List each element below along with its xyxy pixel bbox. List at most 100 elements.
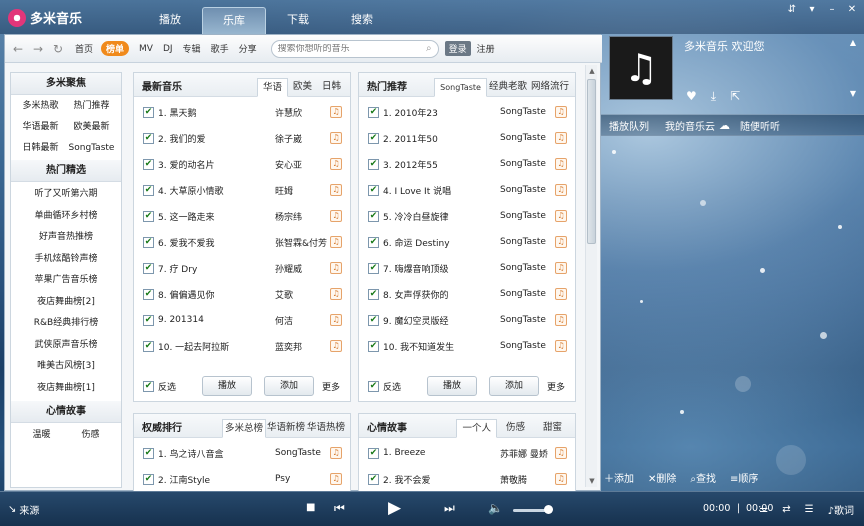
skin-icon[interactable]: ⇵ [786, 4, 798, 16]
play-button[interactable]: 播放 [202, 376, 253, 396]
sidebar-item[interactable]: 夜店舞曲榜[2] [11, 292, 121, 314]
add-playlist-button[interactable]: ＋添加 [604, 470, 634, 485]
song-row[interactable]: ✔ 6. 命运 Destiny SongTaste ♫ [359, 229, 575, 255]
scroll-thumb[interactable] [587, 79, 596, 244]
song-title[interactable]: 1. Breeze [383, 448, 500, 458]
scroll-up-icon[interactable]: ▲ [848, 38, 858, 49]
nav-charts[interactable]: 榜单 [101, 41, 130, 56]
volume-icon[interactable]: 🔈 [488, 501, 503, 515]
nav-dj[interactable]: DJ [163, 44, 173, 54]
song-title[interactable]: 4. 大草原小情歌 [158, 184, 275, 197]
volume-knob[interactable] [544, 505, 553, 514]
search-input[interactable] [277, 43, 426, 54]
song-checkbox[interactable]: ✔ [143, 184, 154, 196]
tab-sad[interactable]: 伤感 [497, 419, 534, 438]
listen-icon[interactable]: ♫ [555, 447, 567, 459]
song-title[interactable]: 2. 我们的爱 [158, 132, 275, 145]
download-icon[interactable]: ⤓ [711, 89, 716, 104]
song-checkbox[interactable]: ✔ [368, 132, 379, 144]
song-checkbox[interactable]: ✔ [143, 262, 154, 274]
song-title[interactable]: 6. 爱我不爱我 [158, 236, 275, 249]
nav-mv[interactable]: MV [139, 44, 153, 54]
song-artist[interactable]: 徐子崴 [275, 132, 335, 145]
source-button[interactable]: ↘ 来源 [8, 502, 39, 517]
song-checkbox[interactable]: ✔ [143, 288, 154, 300]
sidebar-item[interactable]: R&B经典排行榜 [11, 313, 121, 335]
song-title[interactable]: 2. 2011年50 [383, 132, 500, 145]
song-title[interactable]: 6. 命运 Destiny [383, 236, 500, 249]
repeat-icon[interactable]: ⇄ [782, 504, 790, 515]
song-artist[interactable]: 安心亚 [275, 158, 335, 171]
song-artist[interactable]: SongTaste [500, 185, 560, 195]
song-checkbox[interactable]: ✔ [368, 288, 379, 300]
song-artist[interactable]: 何洁 [275, 314, 335, 327]
listen-icon[interactable]: ♫ [330, 236, 342, 248]
next-icon[interactable]: ⏭ [444, 501, 455, 516]
listen-icon[interactable]: ♫ [330, 314, 342, 326]
sidebar-item[interactable]: 唯美古风榜[3] [11, 356, 121, 378]
tab-chinese-new[interactable]: 华语新榜 [266, 419, 306, 438]
song-row[interactable]: ✔ 7. 疗 Dry 孙耀威 ♫ [134, 255, 350, 281]
invert-checkbox[interactable]: ✔ [368, 380, 379, 392]
song-checkbox[interactable]: ✔ [368, 158, 379, 170]
listen-icon[interactable]: ♫ [330, 158, 342, 170]
scroll-down-icon[interactable]: ▼ [586, 475, 598, 487]
search-icon[interactable]: ⌕ [426, 43, 432, 54]
tab-chinese[interactable]: 华语 [256, 78, 288, 97]
sidebar-item[interactable]: 温暖 [32, 427, 50, 440]
song-artist[interactable]: 杨宗纬 [275, 210, 335, 223]
listen-icon[interactable]: ♫ [555, 288, 567, 300]
tab-chinese-hot[interactable]: 华语热榜 [306, 419, 346, 438]
song-title[interactable]: 7. 疗 Dry [158, 262, 275, 275]
add-button[interactable]: 添加 [264, 376, 315, 396]
listen-icon[interactable]: ♫ [555, 262, 567, 274]
sidebar-item[interactable]: 武侠原声音乐榜 [11, 335, 121, 357]
song-artist[interactable]: SongTaste [500, 159, 560, 169]
song-title[interactable]: 10. 我不知道发生 [383, 340, 500, 353]
add-button[interactable]: 添加 [489, 376, 540, 396]
song-checkbox[interactable]: ✔ [143, 447, 154, 459]
song-checkbox[interactable]: ✔ [368, 262, 379, 274]
song-checkbox[interactable]: ✔ [368, 314, 379, 326]
sidebar-item[interactable]: 夜店舞曲榜[1] [11, 378, 121, 400]
song-title[interactable]: 1. 黑天鹅 [158, 106, 275, 119]
song-title[interactable]: 9. 魔幻空灵版经 [383, 314, 500, 327]
listen-icon[interactable]: ♫ [330, 447, 342, 459]
tab-play[interactable]: 播放 [138, 7, 202, 34]
nav-album[interactable]: 专辑 [183, 42, 201, 55]
song-row[interactable]: ✔ 1. 鸟之诗八音盒 SongTaste ♫ [134, 440, 350, 466]
sidebar-item[interactable]: 好声音热推榜 [11, 227, 121, 249]
song-artist[interactable]: 萧敬腾 [500, 473, 560, 486]
song-title[interactable]: 8. 偏偏遇见你 [158, 288, 275, 301]
song-row[interactable]: ✔ 8. 女声俘获你的 SongTaste ♫ [359, 281, 575, 307]
sidebar-item[interactable]: 伤感 [81, 427, 99, 440]
sidebar-item[interactable]: 单曲循环乡村榜 [11, 206, 121, 228]
song-title[interactable]: 7. 嗨爆音响顶级 [383, 262, 500, 275]
listen-icon[interactable]: ♫ [330, 184, 342, 196]
song-title[interactable]: 3. 爱的动名片 [158, 158, 275, 171]
song-artist[interactable]: 许慧欣 [275, 106, 335, 119]
song-artist[interactable]: SongTaste [500, 315, 560, 325]
lyrics-button[interactable]: ♪歌词 [828, 502, 854, 517]
listen-icon[interactable]: ♫ [330, 210, 342, 222]
song-row[interactable]: ✔ 7. 嗨爆音响顶级 SongTaste ♫ [359, 255, 575, 281]
song-row[interactable]: ✔ 3. 爱的动名片 安心亚 ♫ [134, 151, 350, 177]
listen-icon[interactable]: ♫ [330, 106, 342, 118]
nav-share[interactable]: 分享 [239, 42, 257, 55]
heart-icon[interactable]: ♥ [686, 89, 697, 104]
song-checkbox[interactable]: ✔ [143, 106, 154, 118]
song-row[interactable]: ✔ 4. 大草原小情歌 旺姆 ♫ [134, 177, 350, 203]
sidebar-item[interactable]: 手机炫酷铃声榜 [11, 249, 121, 271]
register-link[interactable]: 注册 [477, 42, 495, 55]
tab-internet[interactable]: 网络流行 [529, 78, 571, 97]
tab-songtaste[interactable]: SongTaste [434, 78, 487, 97]
song-title[interactable]: 4. I Love It 说唱 [383, 184, 500, 197]
song-checkbox[interactable]: ✔ [143, 158, 154, 170]
sidebar-item[interactable]: 日韩最新 [15, 140, 66, 157]
listen-icon[interactable]: ♫ [555, 158, 567, 170]
listen-icon[interactable]: ♫ [330, 340, 342, 352]
song-checkbox[interactable]: ✔ [143, 236, 154, 248]
listen-icon[interactable]: ♫ [330, 262, 342, 274]
song-artist[interactable]: 艾歌 [275, 288, 335, 301]
song-row[interactable]: ✔ 10. 一起去阿拉斯 蓝奕邦 ♫ [134, 333, 350, 359]
